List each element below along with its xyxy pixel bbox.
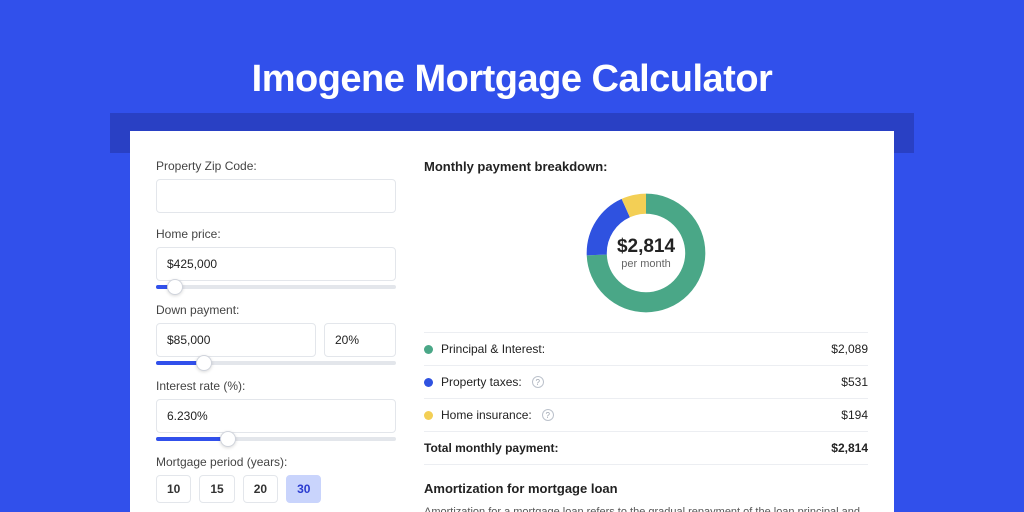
legend-value: $194 — [841, 408, 868, 422]
period-options: 10 15 20 30 — [156, 475, 396, 503]
down-payment-slider[interactable] — [156, 361, 396, 365]
legend-row: Property taxes:? $531 — [424, 366, 868, 399]
period-label: Mortgage period (years): — [156, 455, 396, 469]
legend-label: Home insurance: — [441, 408, 532, 422]
legend-dot — [424, 378, 433, 387]
period-option-30[interactable]: 30 — [286, 475, 321, 503]
donut-total: $2,814 — [617, 236, 675, 258]
amortization-text: Amortization for a mortgage loan refers … — [424, 504, 868, 512]
info-icon[interactable]: ? — [542, 409, 554, 421]
breakdown-title: Monthly payment breakdown: — [424, 159, 868, 174]
slider-thumb[interactable] — [220, 431, 236, 447]
interest-rate-field: Interest rate (%): — [156, 379, 396, 441]
breakdown-panel: Monthly payment breakdown: $2,814 per mo… — [424, 159, 868, 512]
down-payment-pct-input[interactable] — [324, 323, 396, 357]
slider-thumb[interactable] — [196, 355, 212, 371]
form-panel: Property Zip Code: Home price: Down paym… — [156, 159, 396, 512]
legend-row: Home insurance:? $194 — [424, 399, 868, 432]
calculator-card: Property Zip Code: Home price: Down paym… — [130, 131, 894, 512]
legend: Principal & Interest: $2,089 Property taxe… — [424, 332, 868, 465]
home-price-label: Home price: — [156, 227, 396, 241]
period-field: Mortgage period (years): 10 15 20 30 — [156, 455, 396, 503]
interest-rate-label: Interest rate (%): — [156, 379, 396, 393]
info-icon[interactable]: ? — [532, 376, 544, 388]
legend-total-row: Total monthly payment: $2,814 — [424, 432, 868, 465]
zip-field: Property Zip Code: — [156, 159, 396, 213]
page-title: Imogene Mortgage Calculator — [0, 58, 1024, 101]
period-option-10[interactable]: 10 — [156, 475, 191, 503]
down-payment-field: Down payment: — [156, 303, 396, 365]
down-payment-input[interactable] — [156, 323, 316, 357]
home-price-input[interactable] — [156, 247, 396, 281]
zip-input[interactable] — [156, 179, 396, 213]
legend-label: Principal & Interest: — [441, 342, 545, 356]
payment-donut-chart: $2,814 per month — [581, 188, 711, 318]
legend-dot — [424, 411, 433, 420]
legend-value: $2,089 — [831, 342, 868, 356]
period-option-15[interactable]: 15 — [199, 475, 234, 503]
amortization-section: Amortization for mortgage loan Amortizat… — [424, 481, 868, 512]
legend-row: Principal & Interest: $2,089 — [424, 333, 868, 366]
zip-label: Property Zip Code: — [156, 159, 396, 173]
legend-value: $531 — [841, 375, 868, 389]
slider-thumb[interactable] — [167, 279, 183, 295]
down-payment-label: Down payment: — [156, 303, 396, 317]
interest-rate-slider[interactable] — [156, 437, 396, 441]
home-price-slider[interactable] — [156, 285, 396, 289]
period-option-20[interactable]: 20 — [243, 475, 278, 503]
legend-dot — [424, 345, 433, 354]
home-price-field: Home price: — [156, 227, 396, 289]
legend-total-value: $2,814 — [831, 441, 868, 455]
legend-label: Property taxes: — [441, 375, 522, 389]
amortization-title: Amortization for mortgage loan — [424, 481, 868, 496]
legend-total-label: Total monthly payment: — [424, 441, 558, 455]
donut-sub: per month — [621, 258, 671, 270]
interest-rate-input[interactable] — [156, 399, 396, 433]
